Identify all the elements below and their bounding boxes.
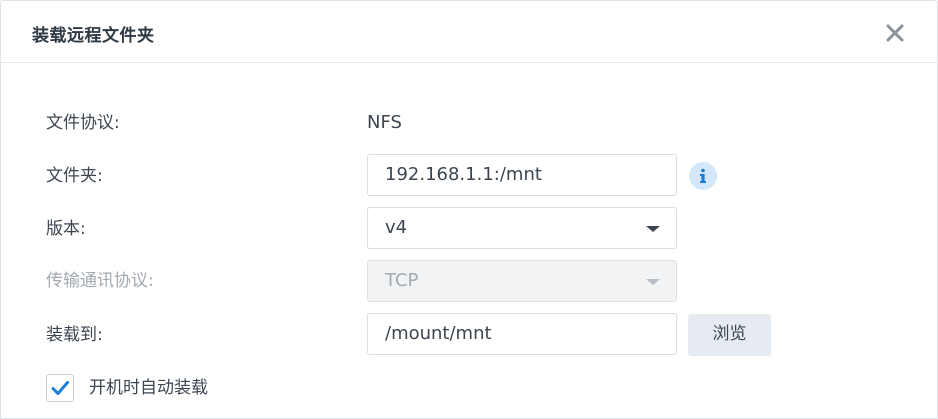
transport-select: TCP [367, 260, 677, 302]
folder-input[interactable]: 192.168.1.1:/mnt [367, 154, 677, 196]
version-select-value: v4 [385, 217, 408, 238]
transport-label: 传输通讯协议: [46, 271, 154, 291]
mount-to-input[interactable]: /mount/mnt [367, 313, 677, 355]
chevron-down-icon [646, 226, 660, 232]
version-label: 版本: [46, 219, 86, 239]
dialog-title: 装载远程文件夹 [32, 26, 155, 46]
mount-remote-folder-dialog: 装载远程文件夹 文件协议: NFS 文件夹: 192.168.1.1:/mnt … [0, 0, 938, 419]
version-select[interactable]: v4 [367, 207, 677, 249]
protocol-label: 文件协议: [46, 113, 120, 133]
close-icon[interactable] [884, 22, 906, 44]
folder-label: 文件夹: [46, 166, 103, 186]
mount-to-label: 装载到: [46, 325, 103, 345]
auto-mount-checkbox[interactable] [46, 374, 74, 402]
protocol-value: NFS [367, 112, 402, 133]
transport-select-value: TCP [385, 270, 419, 291]
folder-input-value: 192.168.1.1:/mnt [385, 164, 542, 185]
auto-mount-label[interactable]: 开机时自动装载 [89, 378, 208, 398]
chevron-down-icon [646, 279, 660, 285]
info-icon[interactable] [689, 162, 717, 190]
dialog-header: 装载远程文件夹 [1, 1, 937, 63]
browse-button[interactable]: 浏览 [688, 314, 771, 356]
checkmark-icon [51, 381, 69, 395]
mount-to-input-value: /mount/mnt [385, 323, 492, 344]
